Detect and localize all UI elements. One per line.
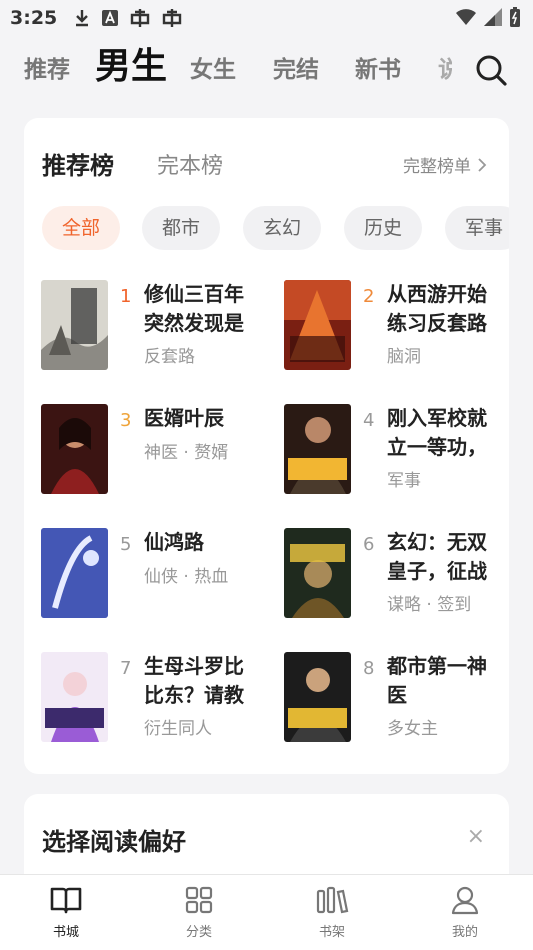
book-tags: 反套路: [144, 347, 195, 367]
nav-label: 我的: [451, 925, 478, 940]
book-tags: 神医 · 赘婿: [144, 443, 229, 463]
book-cover[interactable]: [41, 404, 108, 494]
bug-icon: [131, 9, 150, 27]
tab-male[interactable]: 男生: [95, 37, 167, 97]
chip-history[interactable]: 历史: [344, 206, 422, 250]
book-title: 生母斗罗比比东？请教: [144, 654, 244, 707]
tab-finished[interactable]: 完结: [273, 40, 319, 100]
search-icon[interactable]: [473, 52, 509, 88]
wifi-icon: [456, 9, 476, 25]
tab-recommend[interactable]: 推荐: [24, 40, 70, 100]
book-item[interactable]: 8 都市第一神医 多女主: [284, 652, 504, 752]
book-title: 仙鸿路: [144, 530, 204, 554]
tab-new-books[interactable]: 新书: [355, 40, 401, 100]
tab-female[interactable]: 女生: [190, 40, 236, 100]
book-item[interactable]: 3 医婿叶辰 神医 · 赘婿: [41, 404, 261, 504]
preference-title: 选择阅读偏好: [42, 828, 186, 856]
grid-icon: [185, 886, 213, 914]
app-a-icon: [102, 10, 119, 26]
nav-label: 书架: [318, 925, 345, 940]
rank-number: 4: [363, 410, 375, 431]
bookshelf-icon: [316, 886, 349, 914]
rank-number: 7: [120, 658, 132, 679]
status-bar: 3:25: [0, 0, 533, 36]
rank-number: 1: [120, 286, 132, 307]
ranking-card: 推荐榜 完本榜 完整榜单 全部 都市 玄幻 历史 军事 1 修仙三百年突然发现是…: [24, 118, 509, 774]
ranking-tab-recommend[interactable]: 推荐榜: [42, 146, 114, 181]
close-icon[interactable]: ×: [467, 824, 485, 849]
rank-number: 5: [120, 534, 132, 555]
book-cover[interactable]: [41, 652, 108, 742]
nav-label: 分类: [185, 925, 212, 940]
book-cover[interactable]: [41, 528, 108, 618]
chip-military[interactable]: 军事: [445, 206, 509, 250]
signal-icon: [484, 8, 502, 26]
system-icons: [455, 6, 521, 28]
rank-number: 8: [363, 658, 375, 679]
full-ranking-label: 完整榜单: [403, 157, 471, 177]
chip-all[interactable]: 全部: [42, 206, 120, 250]
book-item[interactable]: 6 玄幻：无双皇子，征战 谋略 · 签到: [284, 528, 504, 628]
reading-preference-card: 选择阅读偏好 ×: [24, 794, 509, 884]
book-item[interactable]: 1 修仙三百年突然发现是 反套路: [41, 280, 261, 380]
nav-bookshelf[interactable]: 书架: [297, 885, 367, 940]
chip-urban[interactable]: 都市: [142, 206, 220, 250]
book-tags: 衍生同人: [144, 719, 212, 739]
book-title: 医婿叶辰: [144, 406, 224, 430]
full-ranking-link[interactable]: 完整榜单: [403, 152, 487, 177]
book-cover[interactable]: [284, 404, 351, 494]
book-tags: 脑洞: [387, 347, 421, 367]
nav-label: 书城: [52, 925, 79, 940]
battery-icon: [510, 7, 520, 27]
download-icon: [76, 10, 89, 27]
nav-bookstore[interactable]: 书城: [31, 885, 101, 940]
status-time: 3:25: [10, 7, 58, 29]
nav-profile[interactable]: 我的: [430, 885, 500, 940]
book-item[interactable]: 7 生母斗罗比比东？请教 衍生同人: [41, 652, 261, 752]
book-item[interactable]: 4 刚入军校就立一等功， 军事: [284, 404, 504, 504]
book-tags: 多女主: [387, 719, 438, 739]
rank-number: 6: [363, 534, 375, 555]
book-title: 都市第一神医: [387, 654, 487, 707]
book-item[interactable]: 2 从西游开始练习反套路 脑洞: [284, 280, 504, 380]
nav-category[interactable]: 分类: [164, 885, 234, 940]
category-chips: 全部 都市 玄幻 历史 军事: [42, 206, 509, 250]
book-tags: 谋略 · 签到: [387, 595, 472, 615]
notification-icons: [73, 7, 183, 29]
top-tab-bar: 推荐 男生 女生 完结 新书 说: [0, 40, 533, 100]
book-title: 刚入军校就立一等功，: [387, 406, 487, 459]
ranking-tab-finished[interactable]: 完本榜: [157, 148, 223, 180]
book-title: 从西游开始练习反套路: [387, 282, 487, 335]
book-cover[interactable]: [284, 528, 351, 618]
book-title: 玄幻：无双皇子，征战: [387, 530, 487, 583]
user-icon: [451, 886, 479, 915]
book-cover[interactable]: [284, 280, 351, 370]
bug-icon: [163, 9, 182, 27]
rank-number: 3: [120, 410, 132, 431]
book-title: 修仙三百年突然发现是: [144, 282, 244, 335]
tab-more-partial[interactable]: 说: [438, 40, 452, 100]
bottom-nav: 书城 分类 书架 我的: [0, 874, 533, 950]
book-cover[interactable]: [41, 280, 108, 370]
book-cover[interactable]: [284, 652, 351, 742]
chip-fantasy[interactable]: 玄幻: [243, 206, 321, 250]
rank-number: 2: [363, 286, 375, 307]
book-tags: 军事: [387, 471, 421, 491]
book-item[interactable]: 5 仙鸿路 仙侠 · 热血: [41, 528, 261, 628]
book-open-icon: [50, 887, 82, 914]
book-tags: 仙侠 · 热血: [144, 567, 229, 587]
chevron-right-icon: [478, 157, 487, 172]
